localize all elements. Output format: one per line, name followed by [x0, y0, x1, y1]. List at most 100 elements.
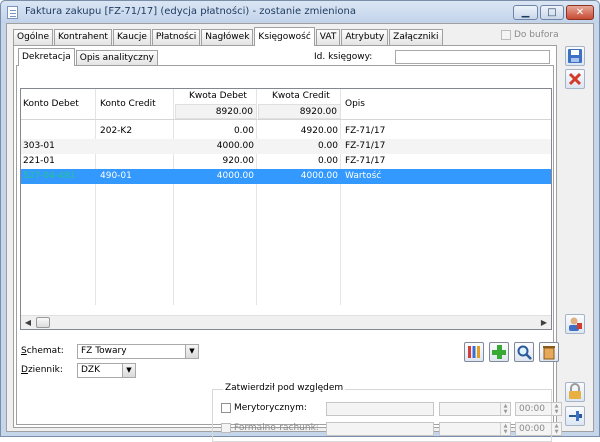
- schemat-label: Schemat:: [21, 346, 64, 356]
- window-client: Ogólne Kontrahent Kaucje Płatności Nagłó…: [6, 23, 594, 442]
- scroll-left-icon[interactable]: ◀: [21, 316, 35, 329]
- cell-opis: Wartość: [345, 171, 382, 181]
- merytorycznym-user-field[interactable]: [326, 402, 434, 416]
- delete-button[interactable]: [539, 342, 559, 362]
- cell-kwota-credit: 4920.00: [300, 126, 338, 136]
- save-icon: [568, 49, 582, 63]
- do-bufora-checkbox[interactable]: Do bufora: [501, 30, 559, 40]
- zatwierdzil-group: Zatwierdził pod względem Merytorycznym: …: [212, 383, 562, 442]
- cell-konto-debet: [23, 124, 95, 139]
- cell-opis: FZ-71/17: [345, 126, 386, 136]
- formalno-user-field[interactable]: [326, 422, 434, 436]
- cell-konto-debet: 303-01: [23, 141, 55, 151]
- formalno-checkbox[interactable]: Formalno-rachunk:: [221, 423, 319, 433]
- table-row[interactable]: 221-01 920.00 0.00 FZ-71/17: [21, 154, 551, 169]
- columns-button[interactable]: [464, 342, 484, 362]
- cancel-button[interactable]: [565, 69, 585, 89]
- title-bar: Faktura zakupu [FZ-71/17] (edycja płatno…: [1, 1, 599, 23]
- close-button[interactable]: ✕: [566, 5, 594, 20]
- cell-kwota-credit: 0.00: [317, 141, 338, 151]
- merytorycznym-checkbox[interactable]: Merytorycznym:: [221, 403, 307, 413]
- schemat-select[interactable]: FZ Towary ▼: [77, 344, 199, 359]
- scroll-thumb[interactable]: [36, 317, 50, 328]
- col-kwota-debet: [174, 89, 257, 305]
- cell-konto-credit: 202-K2: [100, 126, 133, 136]
- formalno-label: Formalno-rachunk:: [234, 423, 319, 433]
- sub-tabs: Dekretacja Opis analityczny: [18, 48, 159, 66]
- do-bufora-box[interactable]: [501, 30, 511, 40]
- header-konto-debet[interactable]: Konto Debet: [23, 97, 79, 111]
- minimize-button[interactable]: ▁: [513, 5, 538, 20]
- user-card-button[interactable]: [565, 314, 585, 334]
- time-spinner-icon[interactable]: ▲ ▼: [551, 423, 561, 435]
- cell-konto-debet: 527-04-481: [23, 171, 76, 181]
- cancel-icon: [568, 72, 582, 86]
- cell-konto-credit: [100, 154, 172, 169]
- tab-zalaczniki[interactable]: Załączniki: [389, 29, 443, 45]
- tab-kaucje[interactable]: Kaucje: [112, 29, 151, 45]
- date-spinner-icon[interactable]: ▲ ▼: [500, 403, 510, 415]
- cell-konto-debet: 221-01: [23, 156, 55, 166]
- dziennik-label: Dziennik:: [21, 365, 63, 375]
- lock-button[interactable]: [565, 382, 585, 402]
- header-opis[interactable]: Opis: [345, 97, 365, 111]
- tab-atrybuty[interactable]: Atrybuty: [341, 29, 389, 45]
- time-spinner-icon[interactable]: ▲ ▼: [551, 403, 561, 415]
- header-divider: [21, 119, 551, 120]
- merytorycznym-label: Merytorycznym:: [234, 403, 307, 413]
- minimize-icon: ▁: [521, 7, 530, 18]
- user-card-icon: [569, 317, 582, 331]
- lock-icon: [569, 383, 581, 399]
- formalno-box[interactable]: [221, 423, 231, 433]
- tab-naglowek[interactable]: Nagłówek: [201, 29, 254, 45]
- tab-kontrahent[interactable]: Kontrahent: [54, 29, 112, 45]
- cell-kwota-debet: 4000.00: [216, 171, 254, 181]
- id-ksiegowy-input[interactable]: [395, 50, 550, 64]
- dziennik-value: DZK: [81, 365, 100, 375]
- merytorycznym-date-field[interactable]: ▲ ▼: [439, 402, 511, 416]
- horizontal-scrollbar[interactable]: ◀ ▶: [21, 315, 551, 329]
- add-icon: [492, 345, 506, 359]
- save-button[interactable]: [565, 46, 585, 66]
- cell-kwota-debet: 4000.00: [216, 141, 254, 151]
- subtab-dekretacja[interactable]: Dekretacja: [18, 48, 75, 66]
- tab-ksiegowosc[interactable]: Księgowość: [254, 27, 315, 46]
- formalno-time-field[interactable]: 00:00 ▲ ▼: [515, 422, 562, 436]
- id-ksiegowy-label: Id. księgowy:: [314, 52, 373, 62]
- cell-kwota-debet: 0.00: [233, 126, 254, 136]
- sum-kwota-debet: 8920.00: [175, 104, 257, 119]
- columns-icon: [468, 346, 480, 358]
- do-bufora-label: Do bufora: [514, 30, 559, 40]
- subtab-opis-analityczny[interactable]: Opis analityczny: [75, 50, 158, 65]
- table-row-selected[interactable]: 527-04-481 490-01 4000.00 4000.00 Wartoś…: [21, 169, 551, 184]
- chevron-down-icon[interactable]: ▼: [122, 364, 135, 377]
- cell-kwota-debet: 920.00: [222, 156, 255, 166]
- main-tabs: Ogólne Kontrahent Kaucje Płatności Nagłó…: [13, 27, 444, 46]
- pin-button[interactable]: [565, 406, 585, 426]
- table-row[interactable]: 202-K2 0.00 4920.00 FZ-71/17: [21, 124, 551, 139]
- header-konto-credit[interactable]: Konto Credit: [100, 97, 156, 111]
- maximize-button[interactable]: □: [540, 5, 564, 20]
- dekret-grid[interactable]: Konto Debet Konto Credit Kwota Debet Kwo…: [20, 88, 552, 330]
- tab-ogolne[interactable]: Ogólne: [13, 29, 54, 45]
- header-kwota-credit[interactable]: Kwota Credit: [272, 89, 330, 103]
- table-row[interactable]: 303-01 4000.00 0.00 FZ-71/17: [21, 139, 551, 154]
- formalno-date-field[interactable]: ▲ ▼: [439, 422, 511, 436]
- date-spinner-icon[interactable]: ▲ ▼: [500, 423, 510, 435]
- cell-kwota-credit: 0.00: [317, 156, 338, 166]
- header-kwota-debet[interactable]: Kwota Debet: [189, 89, 247, 103]
- add-button[interactable]: [489, 342, 509, 362]
- pin-icon: [569, 411, 582, 421]
- tab-platnosci[interactable]: Płatności: [151, 29, 201, 45]
- scroll-right-icon[interactable]: ▶: [537, 316, 551, 329]
- chevron-down-icon[interactable]: ▼: [185, 345, 198, 358]
- app-window: Faktura zakupu [FZ-71/17] (edycja płatno…: [0, 0, 600, 442]
- dziennik-select[interactable]: DZK ▼: [77, 363, 136, 378]
- merytorycznym-box[interactable]: [221, 403, 231, 413]
- search-button[interactable]: [514, 342, 534, 362]
- tab-vat[interactable]: VAT: [315, 29, 341, 45]
- cell-konto-credit: 490-01: [100, 171, 132, 181]
- sum-kwota-credit: 8920.00: [258, 104, 341, 119]
- zatwierdzil-legend: Zatwierdził pod względem: [223, 383, 346, 393]
- merytorycznym-time-field[interactable]: 00:00 ▲ ▼: [515, 402, 562, 416]
